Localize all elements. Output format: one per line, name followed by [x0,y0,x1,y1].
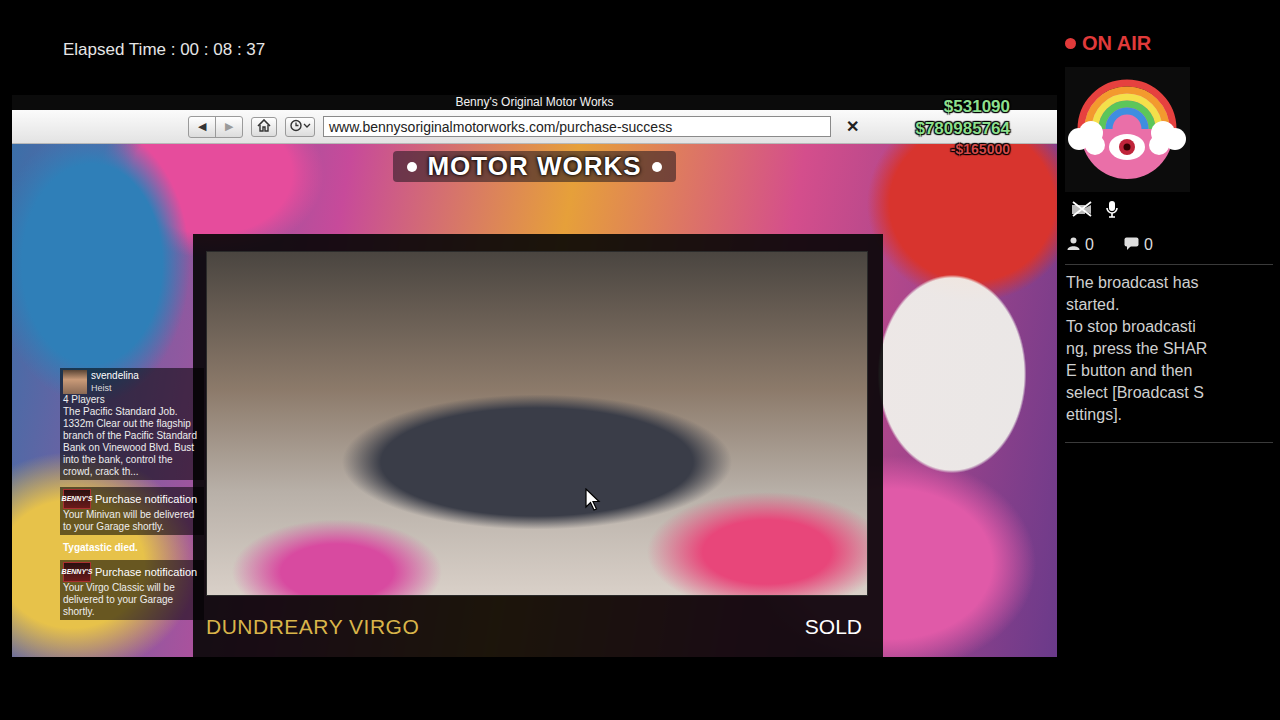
divider [1065,264,1273,265]
nav-buttons: ◀▶ [188,116,243,138]
forward-button[interactable]: ▶ [215,117,242,137]
person-icon [1067,236,1080,254]
invite-header: svendelinaHeist [63,370,201,394]
profile-avatar [1065,67,1190,192]
game-area: Elapsed Time : 00 : 08 : 37 Benny's Origi… [0,0,1058,720]
message-line: E button and then [1066,360,1280,382]
comment-count: 0 [1124,236,1153,254]
url-field[interactable]: www.bennysoriginalmotorworks.com/purchas… [323,116,831,137]
logo-dot [407,162,417,172]
elapsed-time: Elapsed Time : 00 : 08 : 37 [63,40,265,59]
bank-amount: $780985764 [915,119,1010,139]
message-line: To stop broadcasti [1066,316,1280,338]
speech-bubble-icon [1124,236,1139,254]
notification-title: Purchase notification [95,566,197,578]
screen: Elapsed Time : 00 : 08 : 37 Benny's Origi… [0,0,1280,720]
cash-amount: $531090 [944,97,1010,117]
back-button[interactable]: ◀ [189,117,215,137]
notification-title: Purchase notification [95,493,197,505]
broadcast-panel: ON AIR00The broadcast hasstarted.To stop… [1058,0,1280,720]
event-notification: Tygatastic died. [60,542,204,553]
close-button[interactable]: ✕ [841,117,863,137]
notification-body: Your Virgo Classic will be delivered to … [63,582,201,618]
device-status [1065,200,1280,222]
elapsed-bar: Elapsed Time : 00 : 08 : 37 [0,0,1058,95]
url-text: www.bennysoriginalmotorworks.com/purchas… [329,119,672,135]
purchase-notification: BENNY'S Purchase notification Your Minivan… [60,487,204,535]
job-type: Heist [91,382,139,394]
player-avatar [63,370,87,394]
comment-number: 0 [1144,236,1153,254]
vehicle-name: DUNDREARY VIRGO [206,615,419,639]
notification-header: BENNY'S Purchase notification [63,562,201,582]
player-count: 4 Players [63,394,201,406]
vehicle-caption: DUNDREARY VIRGO SOLD [206,596,868,657]
message-line: ettings]. [1066,404,1280,426]
bennys-logo: BENNY'S [63,562,91,582]
broadcast-message: The broadcast hasstarted.To stop broadca… [1065,265,1280,432]
message-line: started. [1066,294,1280,316]
message-line: The broadcast has [1066,272,1280,294]
bennys-logo: BENNY'S [63,489,91,509]
viewer-number: 0 [1085,236,1094,254]
notification-body: Your Minivan will be delivered to your G… [63,509,201,533]
viewer-count: 0 [1067,236,1094,254]
purchase-notification: BENNY'S Purchase notification Your Virgo C… [60,560,204,620]
divider [1065,442,1273,443]
camera-off-icon [1071,201,1093,221]
live-dot [1065,38,1076,49]
history-button[interactable] [285,117,315,137]
home-icon [257,118,271,136]
history-icon [289,118,311,136]
message-line: select [Broadcast S [1066,382,1280,404]
money-hud: $531090$780985764 -$165000 [915,97,1010,157]
browser-title: Benny's Original Motor Works [12,95,1057,110]
cursor-icon [585,488,601,512]
on-air-label: ON AIR [1082,32,1151,55]
invite-notification[interactable]: svendelinaHeist4 PlayersThe Pacific Stan… [60,368,204,480]
invite-sender: svendelinaHeist [91,370,139,394]
page-header: MOTOR WORKS [12,144,1057,234]
game-view: Benny's Original Motor Works ◀▶ www.bennys… [12,95,1057,657]
vehicle-card: DUNDREARY VIRGO SOLD [193,234,883,657]
notification-header: BENNY'S Purchase notification [63,489,201,509]
vehicle-photo [206,251,868,596]
home-button[interactable] [251,117,277,137]
money-change: -$165000 [951,141,1010,157]
notification-feed: svendelinaHeist4 PlayersThe Pacific Stan… [60,368,204,620]
invite-body: The Pacific Standard Job. 1332m Clear ou… [63,406,201,478]
audience-counts: 00 [1065,236,1280,254]
logo-text: MOTOR WORKS [427,151,641,182]
site-logo: MOTOR WORKS [393,151,675,182]
sender-name: svendelina [91,370,139,382]
microphone-icon [1105,200,1119,222]
on-air-status: ON AIR [1065,32,1280,55]
logo-dot [652,162,662,172]
message-line: ng, press the SHAR [1066,338,1280,360]
address-bar: ◀▶ www.bennysoriginalmotorworks.com/purch… [12,110,1057,144]
vehicle-status: SOLD [805,615,862,639]
